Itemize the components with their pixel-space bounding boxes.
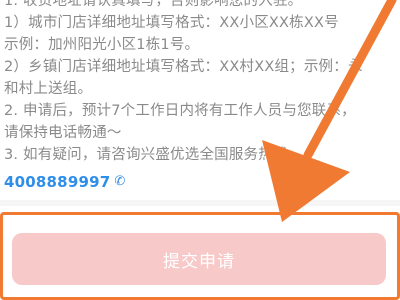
section-divider xyxy=(0,200,400,206)
notice-line: 3. 如有疑问，请咨询兴盛优选全国服务热线 xyxy=(4,147,288,163)
notice-line: 1. 收货地址请认真填写，否则影响您的入驻。 xyxy=(4,0,303,9)
notice-line: 2. 申请后，预计7个工作日内将有工作人员与您联系， xyxy=(4,103,356,119)
notice-line: 和村上送组。 xyxy=(4,81,93,97)
phone-icon[interactable]: ✆ xyxy=(114,171,125,193)
hotline-number[interactable]: 4008889997 xyxy=(4,171,110,193)
highlight-box: 提交申请 xyxy=(0,212,400,300)
notice-line: 1）城市门店详细地址填写格式：XX小区XX栋XX号 xyxy=(4,15,339,31)
notice-line: 示例：加州阳光小区1栋1号。 xyxy=(4,37,200,53)
notice-text: 1. 收货地址请认真填写，否则影响您的入驻。 1）城市门店详细地址填写格式：XX… xyxy=(0,0,400,194)
notice-line: 2）乡镇门店详细地址填写格式：XX村XX组；示例：永 xyxy=(4,59,363,75)
notice-line: 请保持电话畅通～ xyxy=(4,125,122,141)
hotline-link[interactable]: 4008889997 ✆ xyxy=(4,170,400,194)
submit-application-button[interactable]: 提交申请 xyxy=(12,233,386,285)
